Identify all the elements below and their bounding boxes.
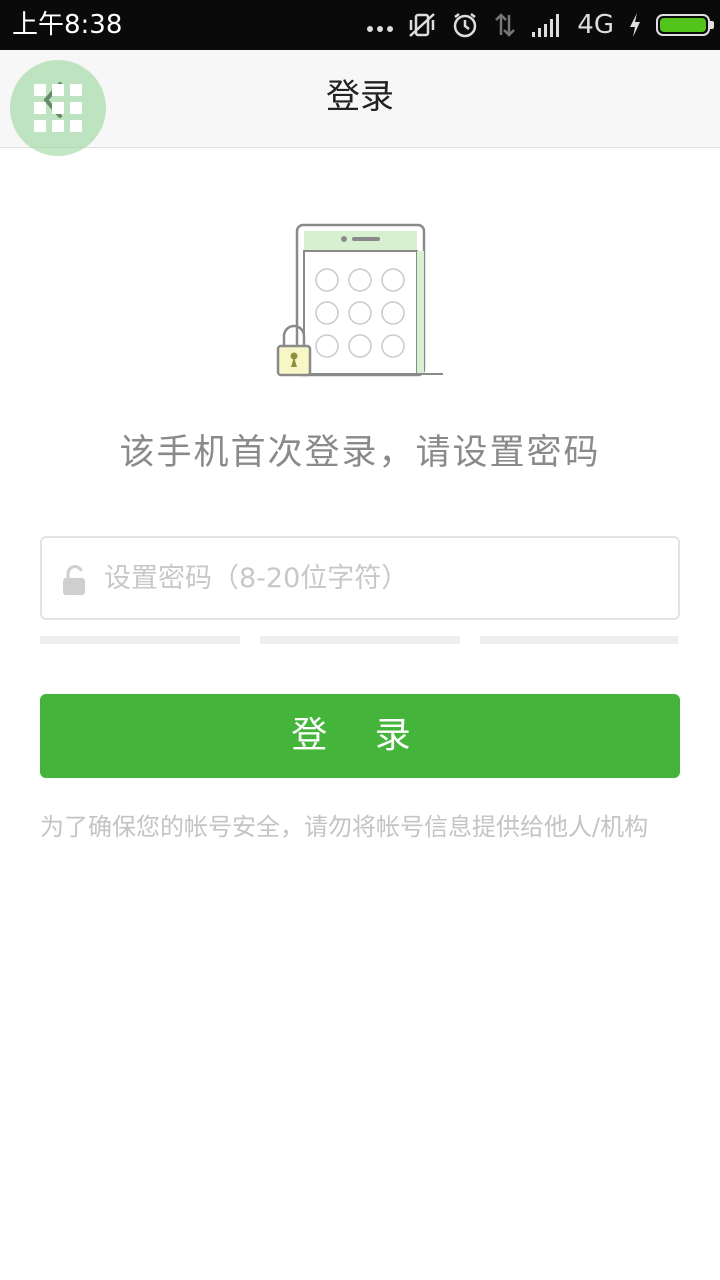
first-login-prompt: 该手机首次登录，请设置密码 (119, 433, 601, 473)
password-strength-meter (40, 636, 680, 644)
network-type: 4G (577, 10, 614, 40)
status-icons: 4G (353, 8, 714, 42)
password-input[interactable] (104, 538, 664, 618)
strength-bar-strong (480, 636, 678, 644)
phone-lock-icon (276, 223, 443, 377)
safety-note: 为了确保您的帐号安全，请勿将帐号信息提供给他人/机构 (40, 813, 649, 841)
password-field[interactable] (40, 536, 680, 620)
login-button[interactable]: 登 录 (40, 694, 680, 778)
charging-icon (630, 13, 640, 37)
data-arrows-icon (495, 13, 516, 37)
alarm-icon (454, 13, 477, 38)
page-title: 登录 (326, 77, 394, 117)
status-time: 上午8:38 (12, 10, 123, 40)
app-header: 登录 (0, 50, 720, 148)
signal-icon (532, 14, 560, 37)
strength-bar-medium (260, 636, 460, 644)
strength-bar-weak (40, 636, 240, 644)
battery-level (660, 18, 706, 32)
battery-icon (656, 14, 714, 36)
vibrate-off-icon (409, 13, 436, 37)
floating-menu-button[interactable] (10, 60, 106, 156)
grid-menu-icon (34, 84, 82, 132)
status-bar: 上午8:38 4G (0, 0, 720, 50)
unlock-icon (63, 565, 85, 595)
more-dots-icon (367, 18, 394, 32)
